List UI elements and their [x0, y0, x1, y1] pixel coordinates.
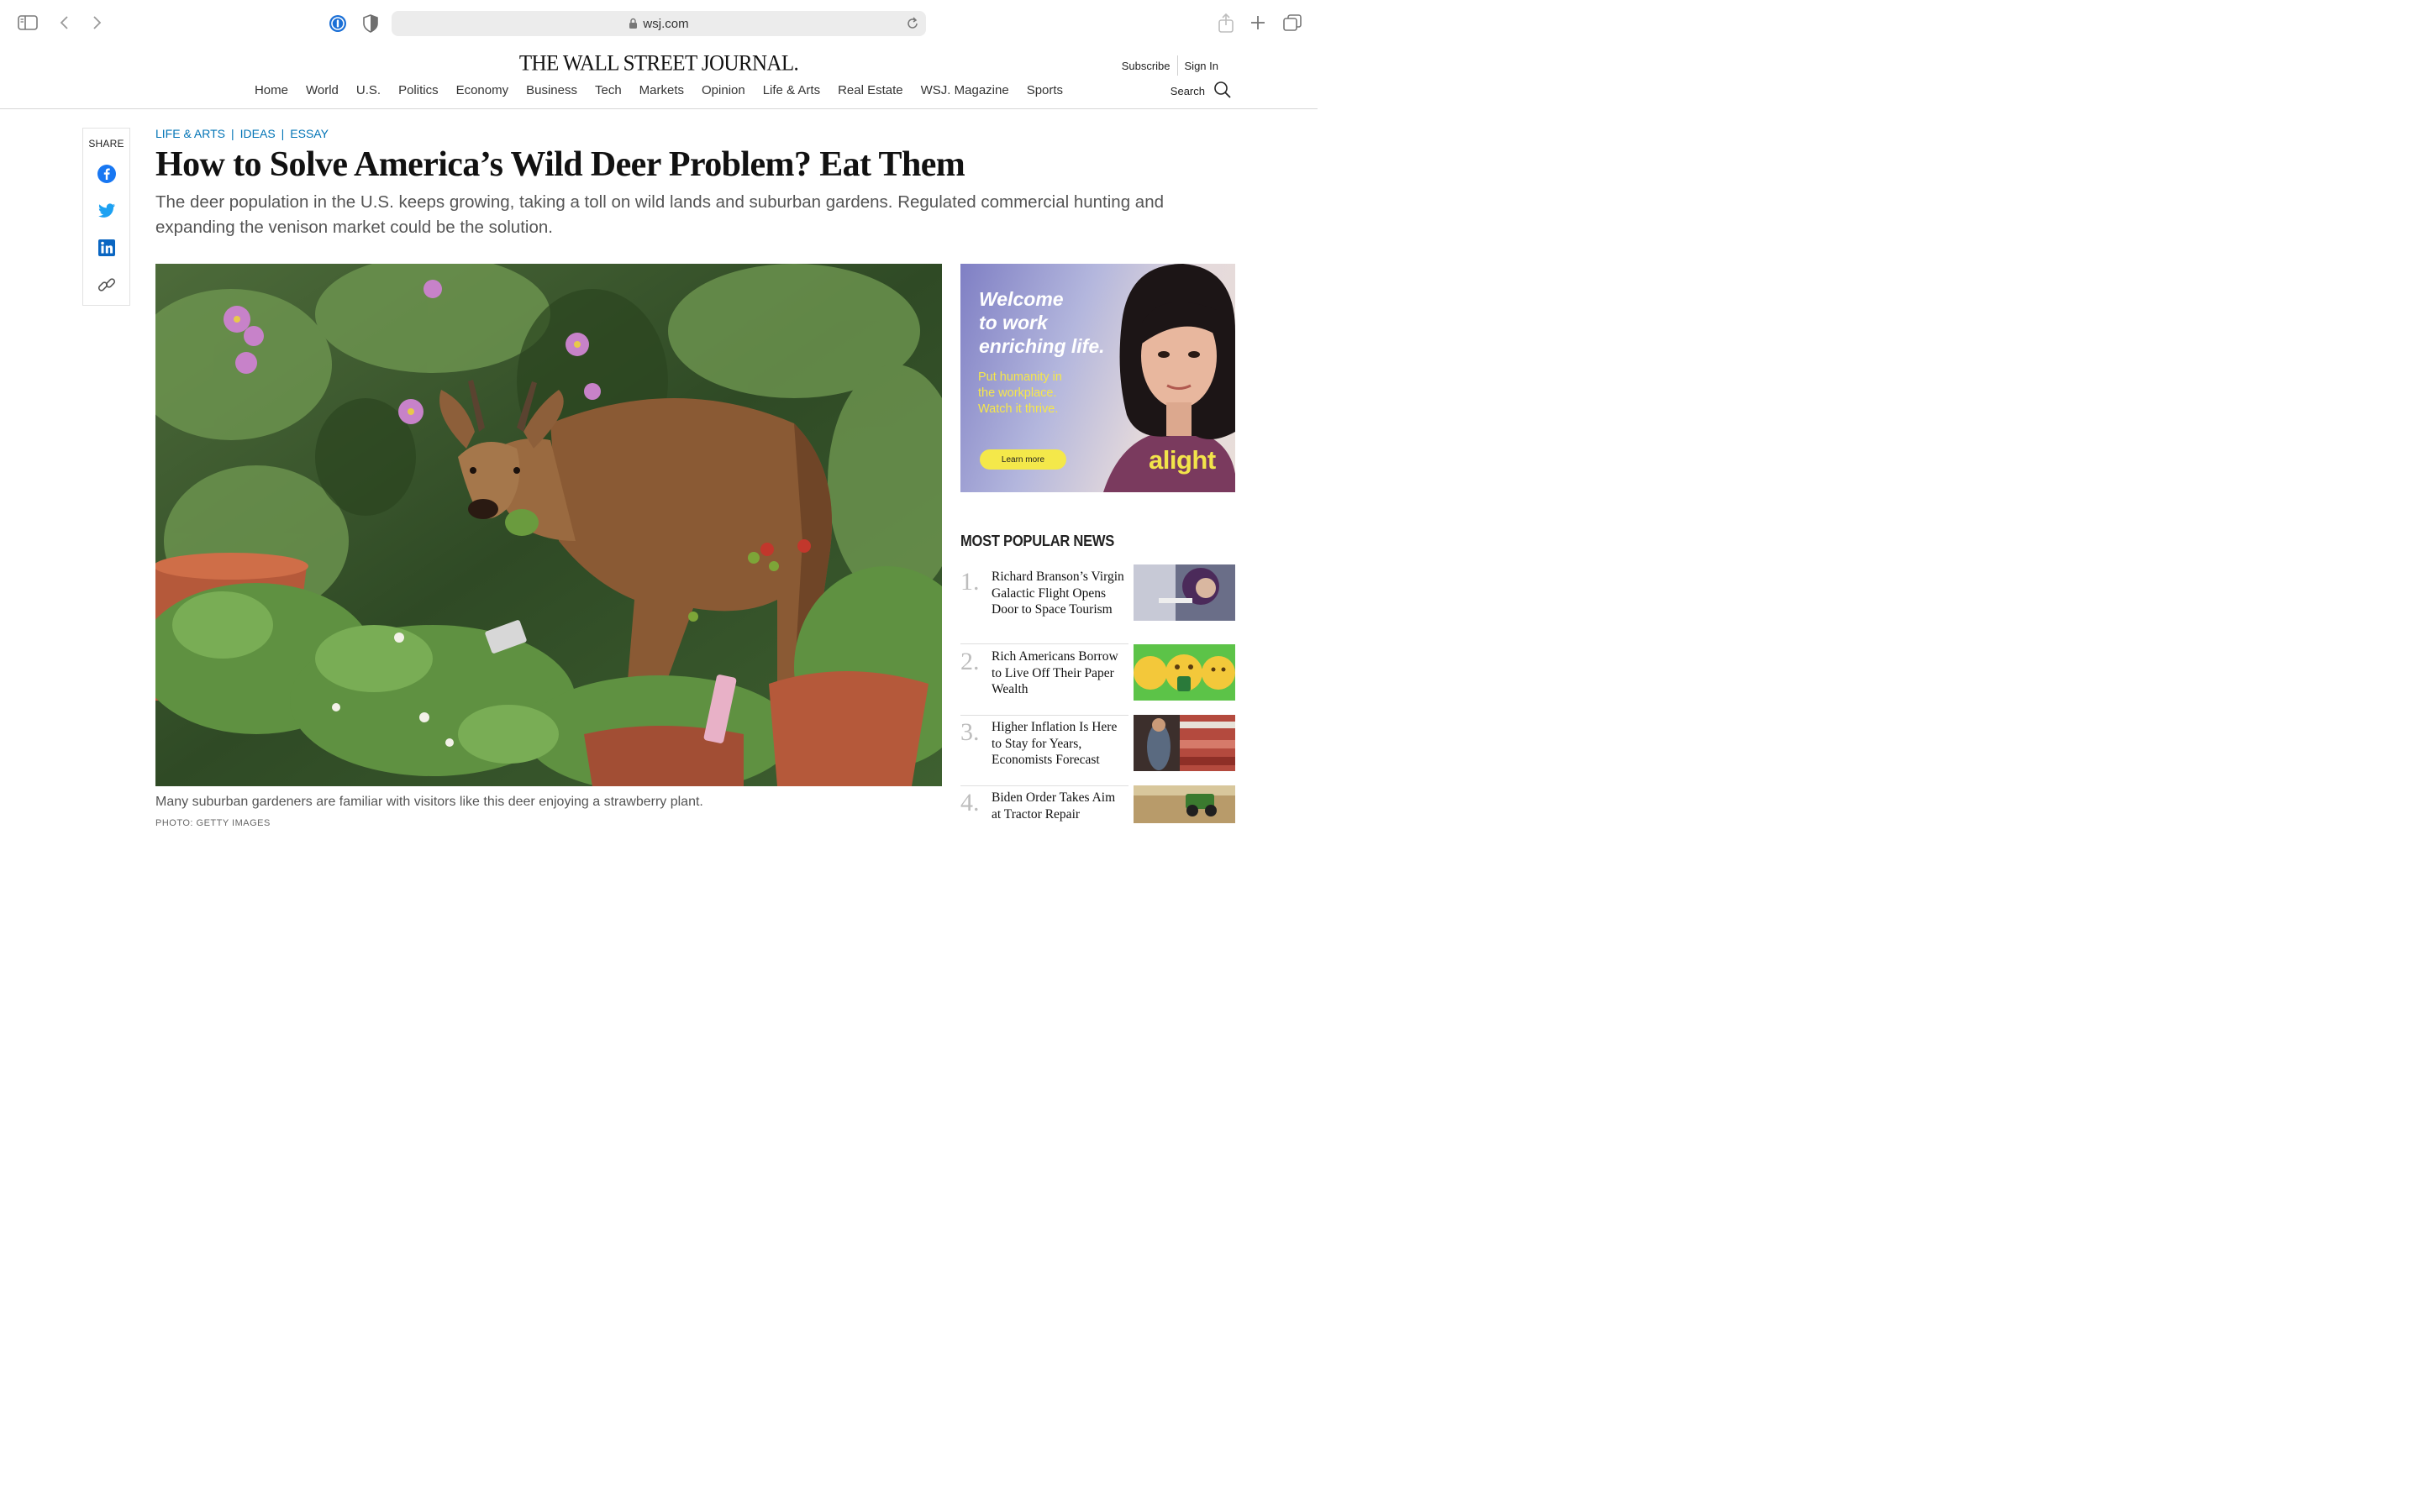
nav-wsj-magazine[interactable]: WSJ. Magazine	[921, 83, 1009, 97]
article-dek: The deer population in the U.S. keeps gr…	[155, 192, 1165, 237]
ad-headline-line: enriching life.	[979, 335, 1105, 357]
nav-politics[interactable]: Politics	[398, 83, 439, 97]
article-headline: How to Solve America’s Wild Deer Problem…	[155, 145, 965, 184]
sidebar-toggle-icon[interactable]	[17, 13, 39, 32]
subscribe-link[interactable]: Subscribe	[1122, 60, 1171, 72]
item-headline[interactable]: Higher Inflation Is Here to Stay for Yea…	[992, 719, 1126, 769]
item-thumbnail[interactable]	[1134, 644, 1235, 701]
item-headline[interactable]: Biden Order Takes Aim at Tractor Repair	[992, 790, 1126, 822]
account-links: Subscribe Sign In	[1122, 55, 1218, 76]
password-manager-icon[interactable]	[328, 13, 348, 34]
item-headline[interactable]: Richard Branson’s Virgin Galactic Flight…	[992, 569, 1126, 618]
link-icon[interactable]	[96, 274, 118, 296]
breadcrumb-essay[interactable]: ESSAY	[290, 127, 329, 140]
search-button[interactable]: Search	[1171, 81, 1232, 102]
breadcrumb-ideas[interactable]: IDEAS	[240, 127, 276, 140]
privacy-shield-icon[interactable]	[361, 13, 380, 34]
nav-markets[interactable]: Markets	[639, 83, 684, 97]
item-thumbnail[interactable]	[1134, 715, 1235, 771]
main-nav: Home World U.S. Politics Economy Busines…	[0, 83, 1318, 97]
item-number: 3.	[960, 718, 980, 746]
ad-headline: Welcome to work enriching life.	[979, 287, 1105, 358]
divider	[1176, 55, 1178, 76]
ad-subtext-line: the workplace.	[978, 386, 1057, 400]
divider	[960, 785, 1128, 786]
breadcrumb-divider: |	[281, 127, 285, 140]
breadcrumb-divider: |	[231, 127, 234, 140]
most-popular-title: MOST POPULAR NEWS	[960, 533, 1114, 549]
browser-toolbar: wsj.com	[0, 0, 1318, 47]
tab-overview-icon[interactable]	[1282, 13, 1302, 32]
linkedin-icon[interactable]	[96, 237, 118, 259]
share-rail: SHARE	[82, 128, 130, 306]
nav-opinion[interactable]: Opinion	[702, 83, 745, 97]
share-sheet-icon[interactable]	[1217, 13, 1235, 34]
site-header: THE WALL STREET JOURNAL. Subscribe Sign …	[0, 47, 1318, 109]
item-thumbnail[interactable]	[1134, 785, 1235, 823]
item-headline[interactable]: Rich Americans Borrow to Live Off Their …	[992, 648, 1126, 698]
ad-subtext-line: Put humanity in	[978, 370, 1062, 384]
nav-tech[interactable]: Tech	[595, 83, 622, 97]
nav-sports[interactable]: Sports	[1027, 83, 1063, 97]
item-thumbnail[interactable]	[1134, 564, 1235, 621]
image-caption: Many suburban gardeners are familiar wit…	[155, 795, 703, 809]
nav-life-arts[interactable]: Life & Arts	[763, 83, 820, 97]
item-number: 2.	[960, 648, 980, 675]
search-label: Search	[1170, 85, 1205, 97]
ad-headline-line: Welcome	[979, 288, 1064, 310]
divider	[960, 715, 1128, 716]
back-icon[interactable]	[57, 14, 72, 31]
wsj-logo[interactable]: THE WALL STREET JOURNAL.	[491, 51, 827, 76]
nav-business[interactable]: Business	[526, 83, 577, 97]
breadcrumb-life-arts[interactable]: LIFE & ARTS	[155, 127, 225, 140]
image-credit: PHOTO: GETTY IMAGES	[155, 818, 271, 828]
reload-icon[interactable]	[906, 16, 919, 31]
article-hero-image	[155, 264, 942, 786]
nav-home[interactable]: Home	[255, 83, 288, 97]
lock-icon	[629, 18, 638, 29]
forward-icon[interactable]	[89, 14, 104, 31]
advertisement[interactable]: Welcome to work enriching life. Put huma…	[960, 264, 1235, 492]
sign-in-link[interactable]: Sign In	[1185, 60, 1218, 72]
ad-subtext: Put humanity in the workplace. Watch it …	[978, 370, 1062, 417]
address-bar[interactable]: wsj.com	[392, 11, 926, 36]
ad-subtext-line: Watch it thrive.	[978, 402, 1059, 416]
nav-us[interactable]: U.S.	[356, 83, 381, 97]
twitter-icon[interactable]	[96, 200, 118, 222]
search-icon	[1205, 81, 1232, 102]
share-label: SHARE	[88, 138, 124, 150]
ad-headline-line: to work	[979, 312, 1048, 333]
divider	[960, 643, 1128, 644]
nav-real-estate[interactable]: Real Estate	[838, 83, 903, 97]
item-number: 4.	[960, 789, 980, 816]
facebook-icon[interactable]	[96, 163, 118, 185]
ad-brand-logo: alight	[1149, 445, 1216, 475]
item-number: 1.	[960, 568, 980, 596]
nav-economy[interactable]: Economy	[456, 83, 509, 97]
nav-world[interactable]: World	[306, 83, 339, 97]
ad-learn-more-button[interactable]: Learn more	[980, 449, 1066, 470]
breadcrumb: LIFE & ARTS | IDEAS | ESSAY	[155, 127, 329, 140]
new-tab-icon[interactable]	[1249, 14, 1266, 31]
url-text: wsj.com	[643, 16, 689, 31]
